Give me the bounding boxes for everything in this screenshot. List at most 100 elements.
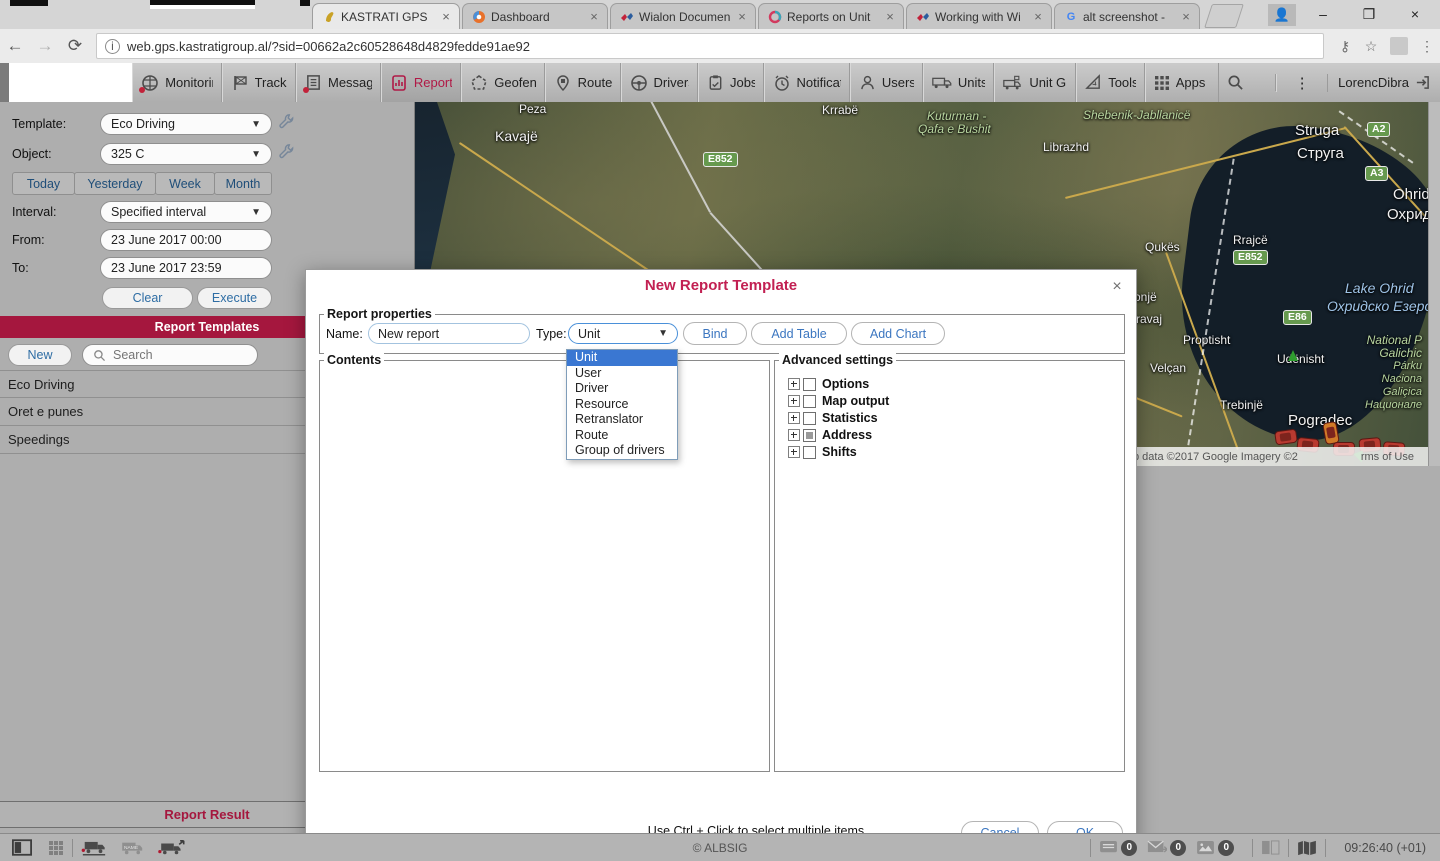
reload-button[interactable]: ⟳ [60,36,90,56]
steering-wheel-icon [630,74,648,92]
clear-button[interactable]: Clear [102,287,193,309]
interval-label: Interval: [12,205,56,219]
template-settings-wrench-icon[interactable] [278,113,295,135]
dropdown-option-retranslator[interactable]: Retranslator [567,412,677,428]
extension-icon[interactable] [1390,37,1408,55]
reports-icon [390,74,408,92]
execute-button[interactable]: Execute [197,287,272,309]
advanced-item-shifts[interactable]: Shifts [788,445,857,459]
dropdown-option-route[interactable]: Route [567,428,677,444]
dropdown-option-user[interactable]: User [567,366,677,382]
nav-item-tracks[interactable]: Tracks [222,63,296,102]
key-icon[interactable]: ⚷ [1332,38,1358,55]
site-info-icon[interactable]: i [105,39,120,54]
nav-item-unit-groups[interactable]: Unit Groups [994,63,1076,102]
window-minimize-button[interactable]: – [1300,0,1346,28]
add-chart-button[interactable]: Add Chart [851,322,945,345]
dropdown-option-resource[interactable]: Resource [567,397,677,413]
template-select[interactable]: Eco Driving▼ [100,113,272,135]
tab-close-icon[interactable]: × [735,10,749,23]
tab-reports-on-unit[interactable]: Reports on Unit × [758,3,904,29]
tab-kastrati-gps[interactable]: KASTRATI GPS × [312,3,460,29]
nav-item-jobs[interactable]: Jobs [698,63,764,102]
template-search-field[interactable] [82,344,258,366]
dropdown-option-unit[interactable]: Unit [567,350,677,366]
nav-item-messages[interactable]: Messages [296,63,381,102]
nav-item-apps[interactable]: Apps [1145,63,1219,102]
clipboard-icon [707,74,724,91]
nav-item-drivers[interactable]: Drivers [621,63,698,102]
nav-item-routes[interactable]: Routes [545,63,621,102]
advanced-item-statistics[interactable]: Statistics [788,411,878,425]
options-checkbox[interactable] [803,378,816,391]
tab-close-icon[interactable]: × [1031,10,1045,23]
to-date-input[interactable]: 23 June 2017 23:59 [100,257,272,279]
nav-item-users[interactable]: Users [850,63,923,102]
advanced-item-map-output[interactable]: Map output [788,394,889,408]
address-bar[interactable]: i web.gps.kastratigroup.al/?sid=00662a2c… [96,33,1324,59]
browser-menu-icon[interactable]: ⋮ [1414,38,1440,55]
tab-close-icon[interactable]: × [1179,10,1193,23]
advanced-item-options[interactable]: Options [788,377,869,391]
monitoring-truck-icon[interactable] [81,839,107,856]
bookmark-star-icon[interactable]: ☆ [1358,38,1384,55]
tab-close-icon[interactable]: × [587,10,601,23]
map-output-checkbox[interactable] [803,395,816,408]
expand-plus-icon[interactable] [788,395,800,407]
search-input[interactable] [111,347,235,363]
nav-item-reports[interactable]: Reports [381,63,461,102]
expand-plus-icon[interactable] [788,378,800,390]
expand-plus-icon[interactable] [788,412,800,424]
bind-button[interactable]: Bind [683,322,747,345]
nav-item-geofences[interactable]: Geofences [461,63,544,102]
expand-plus-icon[interactable] [788,429,800,441]
close-icon[interactable]: × [1108,278,1126,296]
browser-profile-icon[interactable]: 👤 [1268,4,1296,26]
object-select[interactable]: 325 C▼ [100,143,272,165]
advanced-item-address[interactable]: Address [788,428,872,442]
object-settings-wrench-icon[interactable] [278,143,295,165]
forward-button[interactable]: → [30,36,60,56]
nav-user-menu[interactable]: LorencDibra [1328,75,1440,90]
tab-close-icon[interactable]: × [439,10,453,23]
from-date-input[interactable]: 23 June 2017 00:00 [100,229,272,251]
background-window-fragment [10,0,48,6]
range-button-today[interactable]: Today [12,172,75,195]
dropdown-option-group-of-drivers[interactable]: Group of drivers [567,443,677,459]
new-template-button[interactable]: New [8,344,72,366]
interval-select[interactable]: Specified interval▼ [100,201,272,223]
dropdown-option-driver[interactable]: Driver [567,381,677,397]
range-button-week[interactable]: Week [155,172,215,195]
back-button[interactable]: ← [0,36,30,56]
report-type-select[interactable]: Unit▼ [568,323,678,344]
new-tab-button[interactable] [1204,4,1244,28]
nav-item-units[interactable]: Units [923,63,994,102]
nav-item-monitoring[interactable]: Monitoring [132,63,221,102]
statistics-checkbox[interactable] [803,412,816,425]
report-name-input[interactable] [368,323,530,344]
shifts-checkbox[interactable] [803,446,816,459]
nav-search-button[interactable] [1219,74,1276,91]
tab-wialon-docs[interactable]: Wialon Documen × [610,3,756,29]
window-maximize-button[interactable]: ❐ [1346,0,1392,28]
attribution-text[interactable]: rms of Use [1361,451,1414,463]
nav-more-menu[interactable]: ⋮ [1276,74,1328,92]
address-checkbox[interactable] [803,429,816,442]
contents-group: Contents [319,360,770,772]
nav-item-tools[interactable]: Tools [1076,63,1145,102]
tab-close-icon[interactable]: × [883,10,897,23]
tab-dashboard[interactable]: Dashboard × [462,3,608,29]
advanced-settings-legend: Advanced settings [779,353,896,367]
url-text[interactable]: web.gps.kastratigroup.al/?sid=00662a2c60… [127,39,530,54]
tab-title: Reports on Unit [787,10,879,24]
unit-marker[interactable] [1274,429,1298,446]
range-button-yesterday[interactable]: Yesterday [74,172,156,195]
range-button-month[interactable]: Month [214,172,272,195]
add-table-button[interactable]: Add Table [751,322,847,345]
window-close-button[interactable]: × [1392,0,1438,28]
tab-alt-screenshot[interactable]: G alt screenshot - × [1054,3,1200,29]
tab-working-with[interactable]: Working with Wi × [906,3,1052,29]
nav-item-notifications[interactable]: Notifications [764,63,850,102]
notification-dot [303,87,309,93]
expand-plus-icon[interactable] [788,446,800,458]
